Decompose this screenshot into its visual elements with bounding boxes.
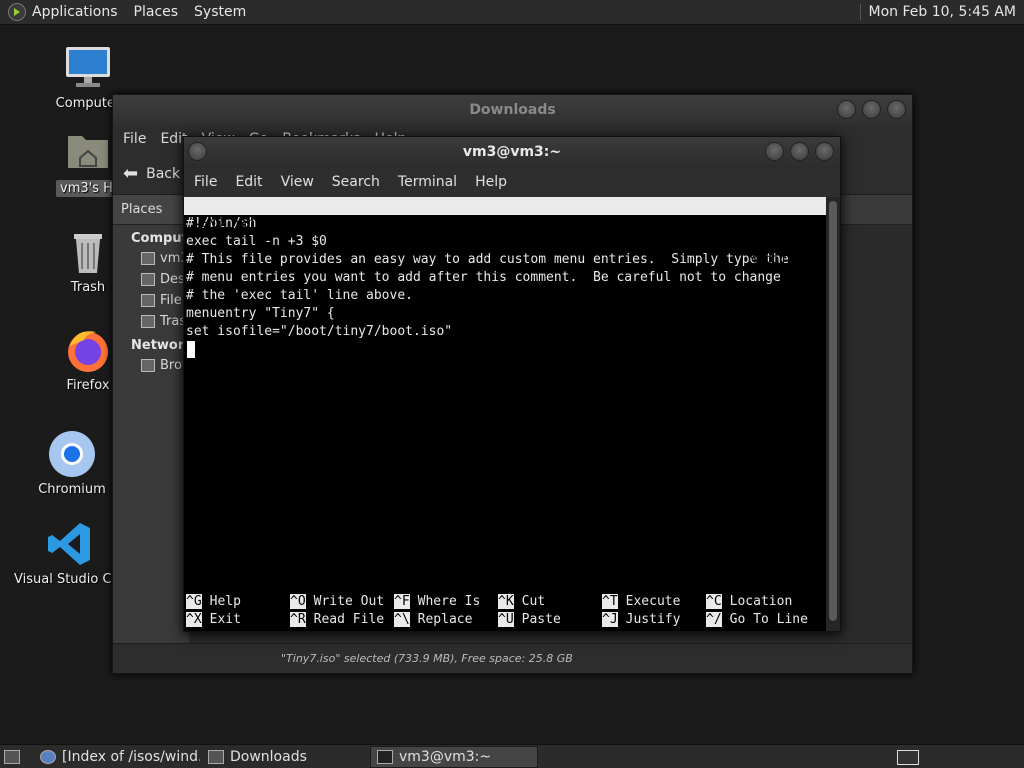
editor-cursor-line (184, 341, 827, 359)
places-sidebar: Places Computer vm3 Desktop File System … (113, 195, 189, 645)
sidebar-heading-network: Network (131, 338, 189, 353)
nano-modified-flag: Modified (748, 252, 811, 267)
places-menu[interactable]: Places (134, 4, 179, 20)
terminal-window: vm3@vm3:~ File Edit View Search Terminal… (183, 136, 841, 632)
close-button[interactable] (815, 142, 834, 161)
menu-help[interactable]: Help (475, 174, 507, 190)
back-arrow-icon: ⬅ (123, 163, 139, 184)
text-cursor (187, 341, 195, 358)
vscode-icon (46, 520, 94, 568)
maximize-button[interactable] (862, 100, 881, 119)
sidebar-item-browse-network[interactable]: Browse Network (113, 355, 189, 376)
scrollbar-thumb[interactable] (829, 201, 837, 621)
network-icon (141, 359, 155, 372)
shortcut-read-file: ^R Read File (290, 612, 385, 627)
terminal-menubar: File Edit View Search Terminal Help (184, 168, 840, 196)
menu-file[interactable]: File (123, 131, 146, 147)
minimize-button[interactable] (837, 100, 856, 119)
menu-edit[interactable]: Edit (235, 174, 262, 190)
shortcut-write-out: ^O Write Out (290, 594, 385, 609)
maximize-button[interactable] (790, 142, 809, 161)
window-title: vm3@vm3:~ (462, 144, 562, 160)
editor-line: # This file provides an easy way to add … (186, 252, 789, 267)
show-desktop-button[interactable] (2, 746, 26, 768)
system-menu[interactable]: System (194, 4, 246, 20)
desktop-icon-label: Visual Studio Code (14, 572, 126, 587)
taskbar-item-browser[interactable]: [Index of /isos/wind... (34, 746, 200, 768)
browser-icon (40, 750, 56, 764)
shortcut-go-to-line: ^/Go To Line (706, 612, 808, 627)
shortcut-row: ^G Help ^O Write Out ^F Where Is ^K Cut ^T Ex… (184, 593, 827, 611)
menu-file[interactable]: File (194, 174, 217, 190)
window-title: Downloads (469, 102, 556, 118)
editor-line: # the 'exec tail' line above. (186, 288, 413, 303)
shortcut-execute: ^T Execute (602, 594, 681, 609)
shortcut-cut: ^K Cut (498, 594, 546, 609)
nano-header: GNU nano 8.3 /etc/grub.d/40_custom Modif… (184, 197, 827, 267)
nano-filename: /etc/grub.d/40_custom (434, 234, 599, 249)
window-menu-button[interactable] (188, 142, 207, 161)
shortcut-row: ^X Exit ^R Read File ^\ Replace ^U Paste ^J J… (184, 611, 827, 629)
shortcut-replace: ^\ Replace (394, 612, 473, 627)
editor-line: menuentry "Tiny7" { (186, 306, 335, 321)
editor-line: # menu entries you want to add after thi… (186, 270, 781, 285)
editor-line: set isofile="/boot/tiny7/boot.iso" (186, 324, 453, 339)
shortcut-help: ^G Help (186, 594, 241, 609)
sidebar-item-desktop[interactable]: Desktop (113, 269, 189, 290)
desktop-icon-vscode[interactable]: Visual Studio Code (14, 520, 126, 587)
terminal-icon (377, 750, 393, 764)
desktop-icon-label: Chromium (38, 482, 106, 497)
terminal-titlebar[interactable]: vm3@vm3:~ (184, 137, 840, 168)
chromium-icon (48, 430, 96, 478)
top-panel: Applications Places System Mon Feb 10, 5… (0, 0, 1024, 25)
terminal-screen[interactable]: GNU nano 8.3 /etc/grub.d/40_custom Modif… (184, 197, 827, 631)
sidebar-item-filesystem[interactable]: File System (113, 290, 189, 311)
menu-search[interactable]: Search (332, 174, 380, 190)
minimize-button[interactable] (765, 142, 784, 161)
desktop-folder-icon (141, 273, 155, 286)
file-manager-titlebar[interactable]: Downloads (113, 95, 912, 125)
terminal-scrollbar[interactable] (826, 197, 840, 631)
shortcut-paste: ^U Paste (498, 612, 561, 627)
computer-icon (64, 44, 112, 92)
places-header[interactable]: Places (113, 195, 189, 225)
clock[interactable]: Mon Feb 10, 5:45 AM (869, 4, 1016, 20)
taskbar-item-terminal[interactable]: vm3@vm3:~ (370, 746, 538, 768)
menu-terminal[interactable]: Terminal (398, 174, 457, 190)
distro-logo-icon[interactable] (8, 3, 26, 21)
shortcut-where-is: ^F Where Is (394, 594, 481, 609)
menu-view[interactable]: View (281, 174, 314, 190)
folder-icon (208, 750, 224, 764)
drive-icon (141, 294, 155, 307)
home-icon (141, 252, 155, 265)
sidebar-item-home[interactable]: vm3 (113, 248, 189, 269)
desktop-icon-chromium[interactable]: Chromium (22, 430, 122, 497)
shortcut-location: ^C Location (706, 594, 793, 609)
workspace-switcher[interactable] (892, 746, 926, 768)
sidebar-heading-computer: Computer (131, 231, 189, 246)
home-folder-icon (64, 128, 112, 176)
status-bar: "Tiny7.iso" selected (733.9 MB), Free sp… (113, 643, 912, 673)
panel-separator (859, 4, 861, 20)
show-desktop-icon (4, 750, 20, 764)
nano-shortcut-bar: ^G Help ^O Write Out ^F Where Is ^K Cut ^T Ex… (184, 593, 827, 629)
back-button[interactable]: Back (146, 166, 180, 182)
bottom-panel: [Index of /isos/wind... Downloads vm3@vm… (0, 744, 1024, 768)
shortcut-justify: ^J Justify (602, 612, 681, 627)
taskbar-item-downloads[interactable]: Downloads (202, 746, 368, 768)
workspace-icon (897, 749, 919, 765)
nano-version: GNU nano 8.3 (200, 216, 294, 231)
shortcut-exit: ^X Exit (186, 612, 241, 627)
trash-icon (64, 228, 112, 276)
firefox-icon (64, 326, 112, 374)
trash-icon (141, 315, 155, 328)
applications-menu[interactable]: Applications (32, 4, 118, 20)
desktop-icon-label: vm3's Home (56, 180, 120, 197)
close-button[interactable] (887, 100, 906, 119)
sidebar-item-trash[interactable]: Trash (113, 311, 189, 332)
